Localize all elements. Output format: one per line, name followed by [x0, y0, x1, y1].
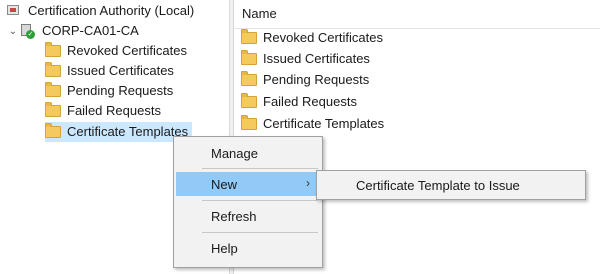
menu-separator [202, 168, 318, 169]
folder-icon [241, 29, 257, 44]
tree-item-label: CORP-CA01-CA [42, 23, 139, 38]
menu-separator [202, 200, 318, 201]
list-item-label: Failed Requests [263, 94, 357, 109]
menu-item-label: Manage [211, 145, 258, 161]
folder-icon [45, 42, 61, 57]
context-menu: Manage New › Refresh Help [173, 136, 323, 268]
chevron-down-icon[interactable]: ⌄ [6, 21, 20, 41]
ca-server-icon: ✓ [20, 23, 36, 39]
list-item-label: Certificate Templates [263, 116, 385, 131]
column-header-label: Name [242, 6, 277, 21]
tree-item-ca[interactable]: ⌄ ✓ CORP-CA01-CA [6, 21, 139, 41]
tree-item-certification-authority[interactable]: Certification Authority (Local) [6, 1, 194, 21]
tree-item-label: Failed Requests [67, 103, 161, 118]
menu-item-certificate-template-to-issue[interactable]: Certificate Template to Issue [319, 173, 583, 197]
tree-item-label: Issued Certificates [67, 63, 174, 78]
list-item[interactable]: Revoked Certificates [241, 28, 383, 48]
list-item[interactable]: Failed Requests [241, 92, 357, 112]
list-item-label: Pending Requests [263, 72, 370, 87]
tree-item-revoked-certificates[interactable]: Revoked Certificates [45, 41, 187, 61]
chevron-right-icon: › [306, 176, 310, 190]
list-item-label: Issued Certificates [263, 51, 370, 66]
menu-item-label: New [211, 176, 238, 192]
menu-item-label: Refresh [211, 208, 257, 224]
menu-item-manage[interactable]: Manage [176, 141, 320, 165]
menu-item-help[interactable]: Help [176, 236, 320, 260]
folder-icon [45, 82, 61, 97]
folder-icon [241, 50, 257, 65]
tree-item-certificate-templates[interactable]: Certificate Templates [45, 122, 193, 142]
tree-item-label: Certification Authority (Local) [28, 3, 195, 18]
menu-item-new[interactable]: New › [176, 172, 320, 196]
column-header-name[interactable]: Name [234, 0, 600, 29]
tree-item-label: Pending Requests [67, 83, 174, 98]
menu-item-label: Help [211, 240, 238, 256]
menu-item-refresh[interactable]: Refresh [176, 204, 320, 228]
list-item[interactable]: Pending Requests [241, 70, 369, 90]
list-item[interactable]: Certificate Templates [241, 114, 384, 134]
tree-item-pending-requests[interactable]: Pending Requests [45, 81, 173, 101]
tree-item-label: Certificate Templates [67, 124, 189, 139]
tree-item-issued-certificates[interactable]: Issued Certificates [45, 61, 174, 81]
folder-icon [45, 62, 61, 77]
list-item[interactable]: Issued Certificates [241, 49, 370, 69]
list-item-label: Revoked Certificates [263, 30, 383, 45]
folder-icon [45, 123, 61, 138]
tree-item-failed-requests[interactable]: Failed Requests [45, 101, 161, 121]
tree-item-label: Revoked Certificates [67, 43, 187, 58]
certification-authority-icon [6, 4, 22, 18]
folder-icon [241, 71, 257, 86]
folder-icon [241, 115, 257, 130]
folder-icon [241, 93, 257, 108]
folder-icon [45, 102, 61, 117]
new-submenu: Certificate Template to Issue [316, 170, 586, 200]
menu-item-label: Certificate Template to Issue [356, 177, 520, 193]
menu-separator [202, 232, 318, 233]
